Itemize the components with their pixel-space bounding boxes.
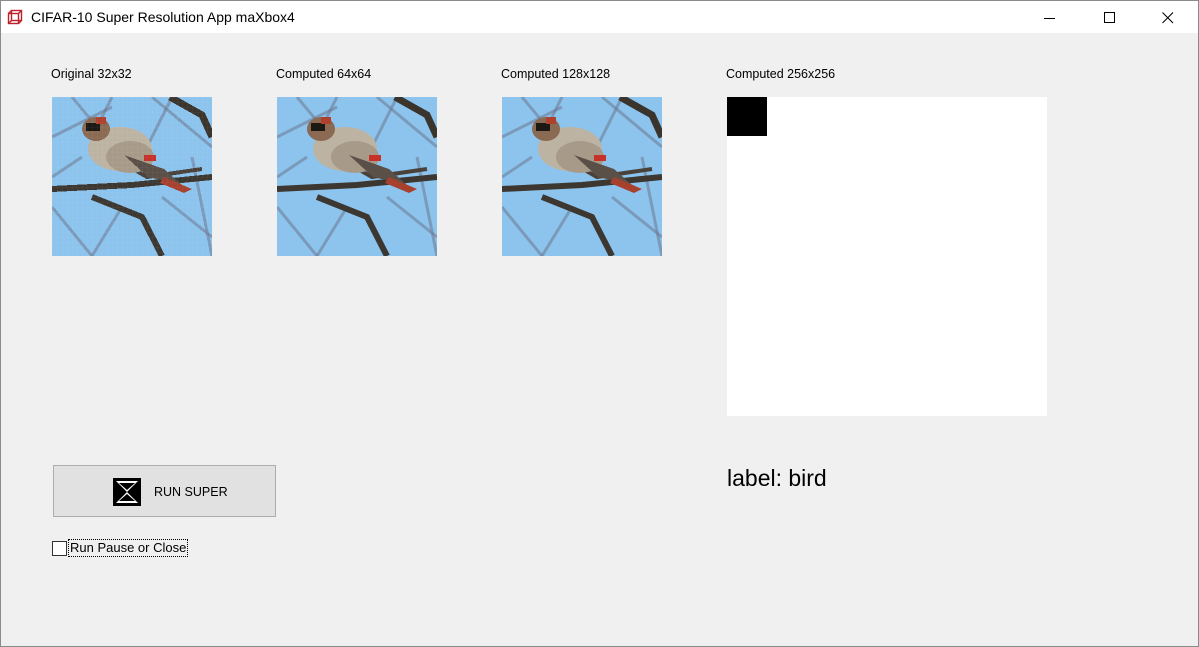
panel-label-128: Computed 128x128 <box>501 67 611 81</box>
bird-64-thumbnail <box>277 97 437 256</box>
bird-32-thumbnail <box>52 97 212 256</box>
maximize-icon <box>1104 12 1115 23</box>
hourglass-icon <box>113 478 141 506</box>
minimize-button[interactable] <box>1027 1 1073 33</box>
minimize-icon <box>1044 18 1055 19</box>
panel-label-64: Computed 64x64 <box>276 67 372 81</box>
panel-label-256: Computed 256x256 <box>726 67 836 81</box>
rendered-tile <box>727 97 767 136</box>
cube-outline-icon <box>7 9 23 25</box>
close-button[interactable] <box>1145 1 1191 33</box>
run-super-button[interactable]: RUN SUPER <box>53 465 276 517</box>
run-pause-label[interactable]: Run Pause or Close <box>67 539 189 557</box>
prediction-label: label: bird <box>727 465 827 491</box>
run-pause-checkbox[interactable] <box>52 541 67 556</box>
app-window: CIFAR-10 Super Resolution App maXbox4 Or… <box>0 0 1199 647</box>
window-title: CIFAR-10 Super Resolution App maXbox4 <box>31 9 295 25</box>
close-icon <box>1162 12 1174 24</box>
blank-canvas <box>727 97 1047 416</box>
panel-label-original: Original 32x32 <box>51 67 132 81</box>
bird-128-thumbnail <box>502 97 662 256</box>
run-super-label: RUN SUPER <box>154 485 228 499</box>
title-bar[interactable]: CIFAR-10 Super Resolution App maXbox4 <box>1 1 1198 33</box>
maximize-button[interactable] <box>1087 1 1133 33</box>
